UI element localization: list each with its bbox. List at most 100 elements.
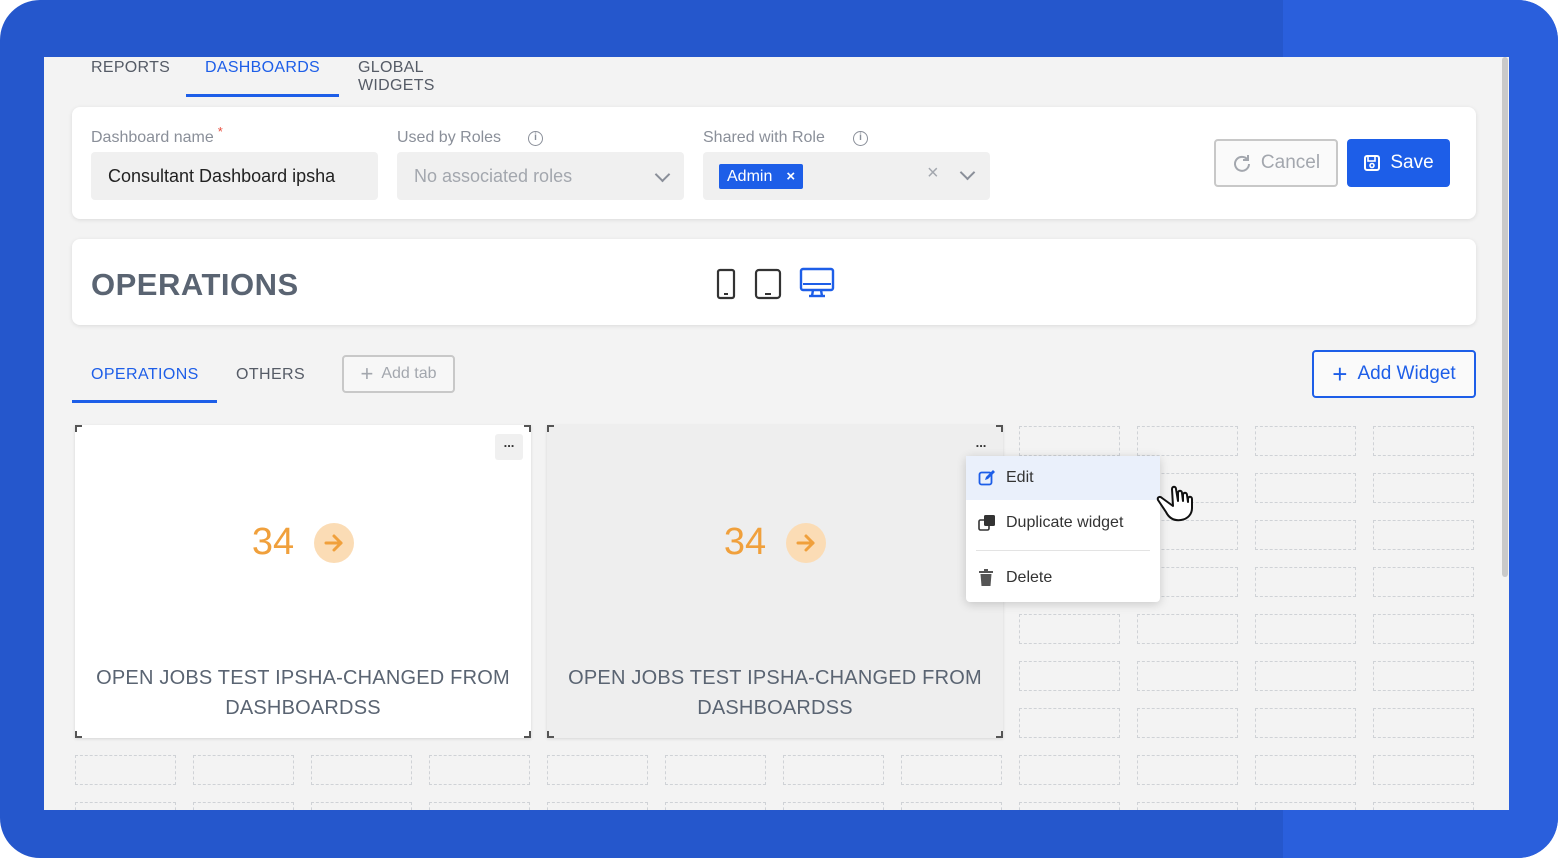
metric-value: 34 xyxy=(723,521,767,563)
grid-slot xyxy=(75,802,176,810)
menu-item-duplicate[interactable]: Duplicate widget xyxy=(966,501,1160,545)
grid-slot xyxy=(1255,802,1356,810)
clear-icon[interactable]: × xyxy=(927,162,939,185)
widget-context-menu: Edit Duplicate widget Delete xyxy=(966,456,1160,602)
grid-slot xyxy=(1373,661,1474,691)
tab-global-widgets[interactable]: GLOBAL WIDGETS xyxy=(358,59,435,95)
tab-dashboards[interactable]: DASHBOARDS xyxy=(205,59,320,77)
widget-title: OPEN JOBS TEST IPSHA-CHANGED FROM DASHBO… xyxy=(96,667,510,719)
hand-cursor-icon xyxy=(1154,484,1198,529)
info-icon[interactable]: i xyxy=(528,131,543,146)
tab-reports[interactable]: REPORTS xyxy=(91,59,170,77)
widget-metric: 34 xyxy=(75,521,531,564)
plus-icon: + xyxy=(1332,359,1348,389)
info-icon[interactable]: i xyxy=(853,131,868,146)
widget-menu-button[interactable]: ... xyxy=(495,434,523,460)
grid-slot xyxy=(1373,473,1474,503)
required-marker: * xyxy=(217,124,223,139)
grid-slot xyxy=(1137,614,1238,644)
cancel-button[interactable]: Cancel xyxy=(1214,139,1338,187)
resize-handle[interactable] xyxy=(996,425,1003,432)
grid-slot xyxy=(1137,755,1238,785)
grid-slot xyxy=(1373,614,1474,644)
grid-slot xyxy=(429,755,530,785)
resize-handle[interactable] xyxy=(524,731,531,738)
grid-slot xyxy=(1373,802,1474,810)
role-tag-admin: Admin × xyxy=(719,164,804,189)
grid-slot xyxy=(1137,661,1238,691)
grid-slot xyxy=(429,802,530,810)
resize-handle[interactable] xyxy=(524,425,531,432)
used-by-roles-select[interactable]: No associated roles xyxy=(397,152,684,200)
grid-slot xyxy=(1019,708,1120,738)
grid-slot xyxy=(783,755,884,785)
grid-slot xyxy=(1373,426,1474,456)
grid-slot xyxy=(1255,755,1356,785)
tab-operations[interactable]: OPERATIONS xyxy=(91,366,199,384)
grid-slot xyxy=(1137,426,1238,456)
app-screen: REPORTS DASHBOARDS GLOBAL WIDGETS Dashbo… xyxy=(44,57,1509,810)
add-widget-button[interactable]: + Add Widget xyxy=(1312,350,1476,398)
menu-item-edit[interactable]: Edit xyxy=(966,456,1160,500)
phone-icon[interactable] xyxy=(715,268,737,305)
grid-slot xyxy=(665,802,766,810)
arrow-right-icon[interactable] xyxy=(786,522,827,563)
shared-with-role-label: Shared with Role xyxy=(703,129,825,146)
grid-slot xyxy=(193,755,294,785)
grid-slot xyxy=(1019,802,1120,810)
grid-slot xyxy=(1255,567,1356,597)
edit-icon xyxy=(978,469,996,492)
grid-slot xyxy=(1019,755,1120,785)
dashboard-name-input[interactable]: Consultant Dashboard ipsha xyxy=(91,152,378,200)
active-subtab-underline xyxy=(72,400,217,403)
grid-slot xyxy=(783,802,884,810)
chevron-down-icon[interactable] xyxy=(959,164,976,181)
duplicate-icon xyxy=(978,514,996,537)
page-title: OPERATIONS xyxy=(91,267,299,302)
grid-slot xyxy=(665,755,766,785)
tablet-icon[interactable] xyxy=(754,268,782,305)
grid-slot xyxy=(1255,708,1356,738)
used-by-roles-label: Used by Roles xyxy=(397,129,502,146)
dashboard-settings-card: Dashboard name * Consultant Dashboard ips… xyxy=(72,107,1476,219)
widget-card[interactable]: ... 34 OPEN JOBS TEST IPSHA-CHANGED FROM… xyxy=(75,425,531,738)
grid-slot xyxy=(1255,520,1356,550)
scrollbar-thumb[interactable] xyxy=(1502,57,1508,577)
grid-slot xyxy=(1373,520,1474,550)
widget-card[interactable]: ... 34 OPEN JOBS TEST IPSHA-CHANGED FROM… xyxy=(547,425,1003,738)
save-button[interactable]: Save xyxy=(1347,139,1450,187)
shared-with-role-select[interactable]: Admin × × xyxy=(703,152,990,200)
refresh-icon xyxy=(1232,153,1252,173)
menu-item-delete[interactable]: Delete xyxy=(966,556,1160,600)
resize-handle[interactable] xyxy=(75,425,82,432)
desktop-icon[interactable] xyxy=(799,267,835,304)
arrow-right-icon[interactable] xyxy=(314,522,355,563)
resize-handle[interactable] xyxy=(996,731,1003,738)
grid-slot xyxy=(1373,567,1474,597)
grid-slot xyxy=(1255,473,1356,503)
grid-slot xyxy=(1255,614,1356,644)
grid-slot xyxy=(1019,426,1120,456)
add-tab-button[interactable]: + Add tab xyxy=(342,355,455,393)
grid-slot xyxy=(1019,661,1120,691)
grid-slot xyxy=(193,802,294,810)
resize-handle[interactable] xyxy=(547,731,554,738)
grid-slot xyxy=(547,802,648,810)
tab-others[interactable]: OTHERS xyxy=(236,366,305,384)
resize-handle[interactable] xyxy=(75,731,82,738)
widget-title: OPEN JOBS TEST IPSHA-CHANGED FROM DASHBO… xyxy=(568,667,982,719)
menu-divider xyxy=(976,550,1150,551)
dashboard-title-card: OPERATIONS xyxy=(72,239,1476,325)
grid-slot xyxy=(1373,755,1474,785)
grid-slot xyxy=(75,755,176,785)
grid-slot xyxy=(1255,661,1356,691)
dashboard-name-label: Dashboard name * xyxy=(91,124,223,146)
resize-handle[interactable] xyxy=(547,425,554,432)
remove-tag-icon[interactable]: × xyxy=(786,168,795,185)
grid-slot xyxy=(311,802,412,810)
widget-metric: 34 xyxy=(547,521,1003,564)
vertical-scrollbar[interactable] xyxy=(1501,57,1509,810)
outer-frame: REPORTS DASHBOARDS GLOBAL WIDGETS Dashbo… xyxy=(0,0,1558,858)
grid-slot xyxy=(1137,708,1238,738)
grid-slot xyxy=(311,755,412,785)
